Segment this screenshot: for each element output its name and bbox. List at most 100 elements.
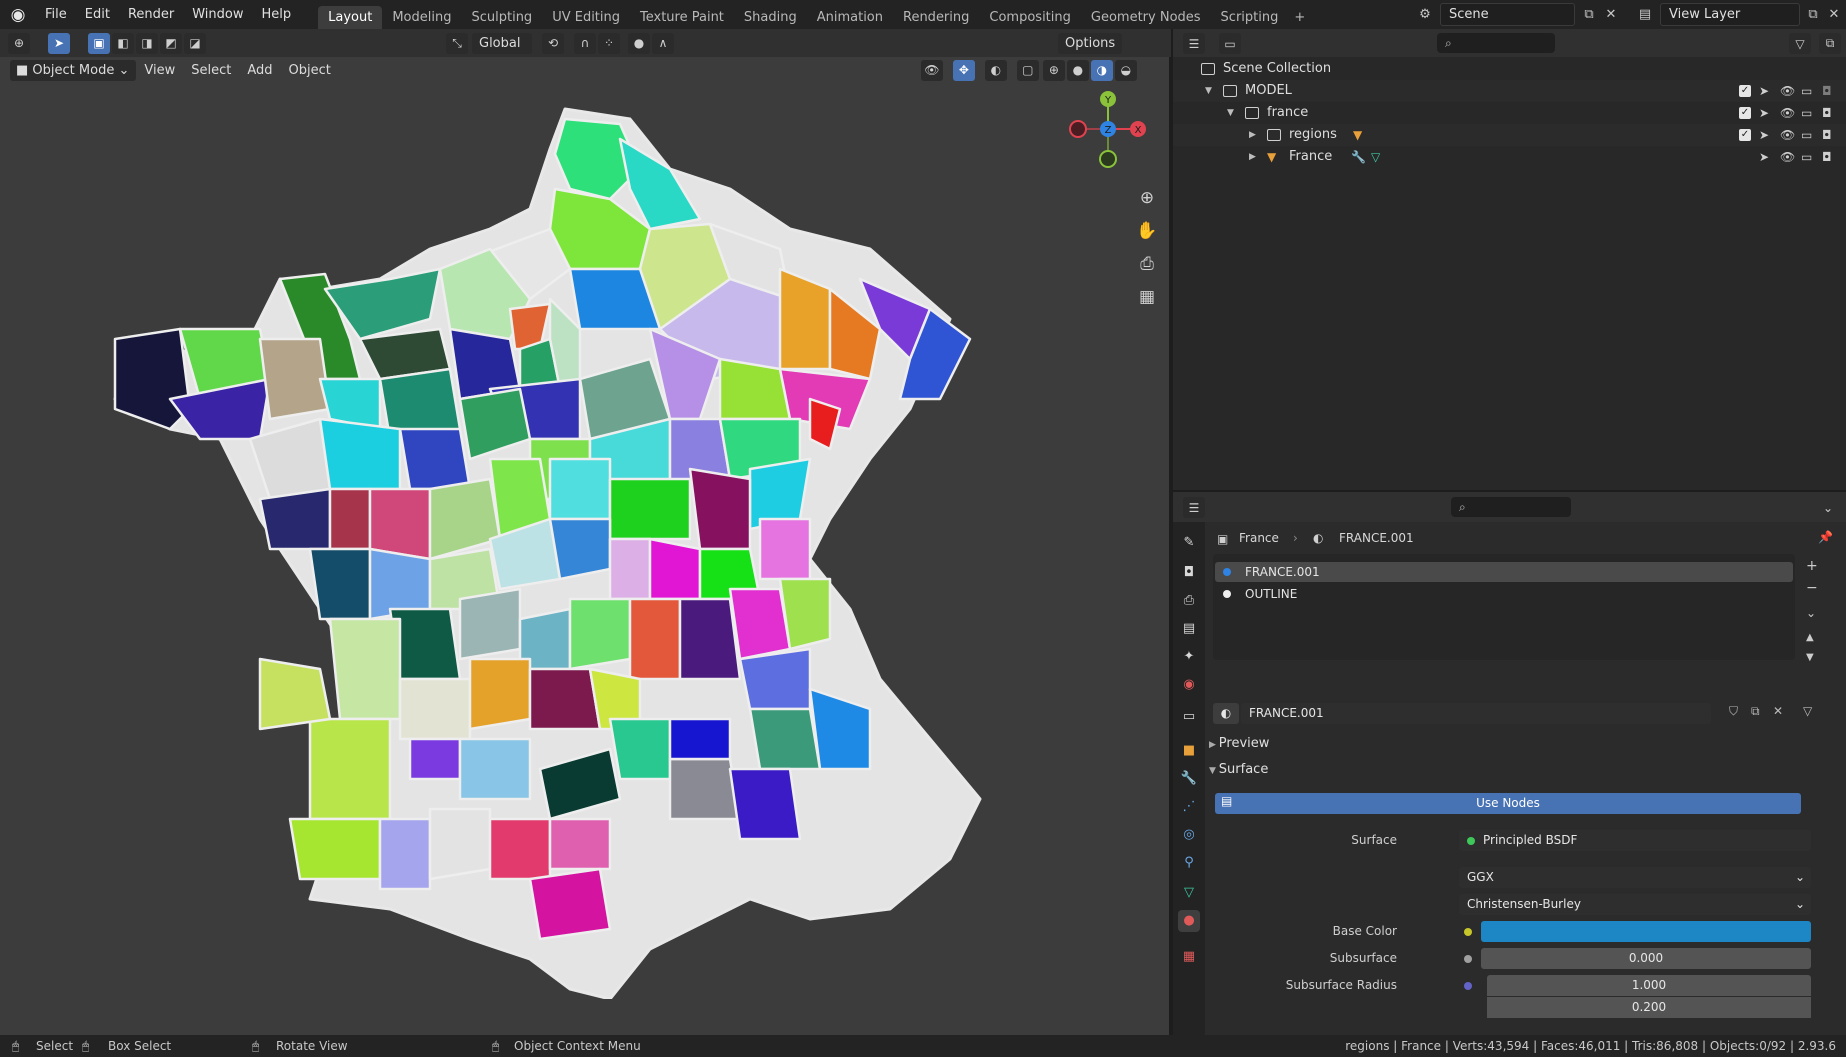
monitor-visibility-icon[interactable]: ▭	[1801, 124, 1812, 146]
new-view-layer-icon[interactable]: ⧉	[1802, 4, 1824, 25]
include-checkbox[interactable]: ✓	[1739, 107, 1751, 119]
outliner-search-input[interactable]: ⌕	[1437, 33, 1555, 53]
view-layer-selector-icon[interactable]: ▤	[1634, 4, 1656, 25]
tab-modeling[interactable]: Modeling	[382, 6, 461, 29]
menu-view[interactable]: View	[136, 60, 183, 81]
gizmo-toggle-icon[interactable]: ✥	[952, 59, 975, 81]
material-slot-outline[interactable]: OUTLINE	[1215, 584, 1793, 604]
data-tab-icon[interactable]: ▽	[1178, 882, 1200, 904]
outliner-editor-type-icon[interactable]: ☰	[1183, 33, 1205, 54]
tab-animation[interactable]: Animation	[807, 6, 893, 29]
render-camera-icon[interactable]: ◘	[1822, 80, 1832, 102]
link-dropdown-icon[interactable]: ▽	[1803, 704, 1812, 718]
tab-texture-paint[interactable]: Texture Paint	[630, 6, 734, 29]
visibility-icon[interactable]: 👁	[920, 59, 943, 81]
constraints-tab-icon[interactable]: ⚲	[1178, 852, 1200, 874]
navigation-gizmo[interactable]: Y X Z	[1068, 89, 1148, 169]
scene-name-field[interactable]: Scene	[1440, 3, 1575, 26]
transform-orientation-icon[interactable]: ⤡	[446, 32, 468, 54]
snap-icon[interactable]: ∩	[574, 32, 596, 54]
camera-view-icon[interactable]: ⎙	[1133, 250, 1161, 278]
collapsed-triangle-icon[interactable]: ▶	[1249, 146, 1256, 168]
falloff-icon[interactable]: ∧	[652, 32, 674, 54]
pin-icon[interactable]: 📌	[1818, 530, 1833, 544]
xray-icon[interactable]: ▢	[1016, 59, 1039, 81]
material-name-field[interactable]: FRANCE.001	[1241, 703, 1711, 724]
surface-panel-header[interactable]: ▼ Surface	[1209, 762, 1268, 777]
distribution-dropdown[interactable]: GGX ⌄	[1459, 867, 1811, 888]
tab-geometry-nodes[interactable]: Geometry Nodes	[1081, 6, 1211, 29]
properties-options-icon[interactable]: ⌄	[1817, 497, 1839, 518]
subsurface-slider[interactable]: 0.000	[1481, 948, 1811, 969]
pan-hand-icon[interactable]: ✋	[1133, 217, 1161, 245]
expand-triangle-icon[interactable]: ▼	[1227, 102, 1234, 124]
rendered-shading-icon[interactable]: ◒	[1114, 59, 1137, 81]
subsurface-method-dropdown[interactable]: Christensen-Burley ⌄	[1459, 894, 1811, 915]
render-tab-icon[interactable]: ◘	[1178, 562, 1200, 584]
include-checkbox[interactable]: ✓	[1739, 85, 1751, 97]
move-slot-down-icon[interactable]: ▼	[1806, 652, 1814, 663]
add-slot-icon[interactable]: +	[1806, 558, 1818, 574]
zoom-icon[interactable]: ⊕	[1133, 184, 1161, 212]
remove-slot-icon[interactable]: −	[1806, 580, 1818, 596]
select-mode-new-icon[interactable]: ▣	[88, 32, 110, 54]
tab-layout[interactable]: Layout	[318, 6, 383, 29]
use-nodes-button[interactable]: Use Nodes	[1215, 793, 1801, 814]
material-browse-button[interactable]: ◐	[1213, 703, 1239, 724]
outliner-row-france-collection[interactable]: ▼ france ✓ ➤ 👁 ▭ ◘	[1173, 102, 1846, 124]
ortho-grid-icon[interactable]: ▦	[1133, 283, 1161, 311]
menu-add[interactable]: Add	[239, 60, 280, 81]
selectable-arrow-icon[interactable]: ➤	[1759, 146, 1769, 168]
selectable-arrow-icon[interactable]: ➤	[1759, 80, 1769, 102]
expand-triangle-icon[interactable]: ▼	[1205, 80, 1212, 102]
material-slot-france001[interactable]: FRANCE.001	[1215, 562, 1793, 582]
outliner-row-france-object[interactable]: ▶ ▼ France 🔧 ▽ ➤ 👁 ▭ ◘	[1173, 146, 1846, 168]
select-mode-subtract-icon[interactable]: ◨	[136, 32, 158, 54]
outliner-row-scene-collection[interactable]: Scene Collection	[1173, 58, 1846, 80]
editor-type-icon[interactable]: ⊕	[8, 32, 30, 54]
solid-shading-icon[interactable]: ●	[1066, 59, 1089, 81]
properties-editor-type-icon[interactable]: ☰	[1183, 497, 1205, 518]
filter-icon[interactable]: ▽	[1789, 33, 1811, 54]
float-socket-icon[interactable]	[1464, 955, 1472, 963]
eye-visibility-icon[interactable]: 👁	[1780, 80, 1795, 102]
eye-visibility-icon[interactable]: 👁	[1780, 102, 1795, 124]
tab-shading[interactable]: Shading	[734, 6, 807, 29]
world-tab-icon[interactable]: ◉	[1178, 674, 1200, 696]
snap-target-icon[interactable]: ⁘	[598, 32, 620, 54]
menu-window[interactable]: Window	[183, 0, 252, 29]
tab-rendering[interactable]: Rendering	[893, 6, 979, 29]
move-slot-up-icon[interactable]: ▲	[1806, 632, 1814, 643]
view-layer-tab-icon[interactable]: ▤	[1178, 618, 1200, 640]
include-checkbox[interactable]: ✓	[1739, 129, 1751, 141]
collection-tab-icon[interactable]: ▭	[1178, 706, 1200, 728]
render-camera-icon[interactable]: ◘	[1822, 146, 1832, 168]
output-tab-icon[interactable]: ⎙	[1178, 590, 1200, 612]
options-dropdown[interactable]: Options	[1058, 32, 1123, 54]
eye-visibility-icon[interactable]: 👁	[1780, 146, 1795, 168]
add-workspace-icon[interactable]: +	[1288, 6, 1311, 29]
blender-logo-icon[interactable]: ◉	[0, 0, 36, 29]
outliner-row-model[interactable]: ▼ MODEL ✓ ➤ 👁 ▭ ◘	[1173, 80, 1846, 102]
base-color-swatch[interactable]	[1481, 921, 1811, 942]
vector-socket-icon[interactable]	[1464, 982, 1472, 990]
modifier-tab-icon[interactable]: 🔧	[1178, 768, 1200, 790]
tab-scripting[interactable]: Scripting	[1211, 6, 1289, 29]
delete-scene-icon[interactable]: ✕	[1600, 4, 1622, 25]
tab-compositing[interactable]: Compositing	[979, 6, 1081, 29]
display-mode-icon[interactable]: ▭	[1219, 33, 1241, 54]
scene-selector-icon[interactable]: ⚙	[1414, 4, 1436, 25]
duplicate-material-icon[interactable]: ⧉	[1751, 704, 1760, 719]
tool-tab-icon[interactable]: ✎	[1178, 532, 1200, 554]
new-collection-icon[interactable]: ⧉	[1819, 33, 1841, 54]
menu-select[interactable]: Select	[183, 60, 239, 81]
eye-visibility-icon[interactable]: 👁	[1780, 124, 1795, 146]
wireframe-shading-icon[interactable]: ⊕	[1042, 59, 1065, 81]
render-camera-icon[interactable]: ◘	[1822, 102, 1832, 124]
monitor-visibility-icon[interactable]: ▭	[1801, 80, 1812, 102]
mesh-data-green-icon[interactable]: ▽	[1371, 146, 1380, 168]
subsurface-radius-y[interactable]: 0.200	[1487, 997, 1811, 1018]
material-shading-icon[interactable]: ◑	[1090, 59, 1113, 81]
selectable-arrow-icon[interactable]: ➤	[1759, 102, 1769, 124]
subsurface-radius-x[interactable]: 1.000	[1487, 975, 1811, 996]
